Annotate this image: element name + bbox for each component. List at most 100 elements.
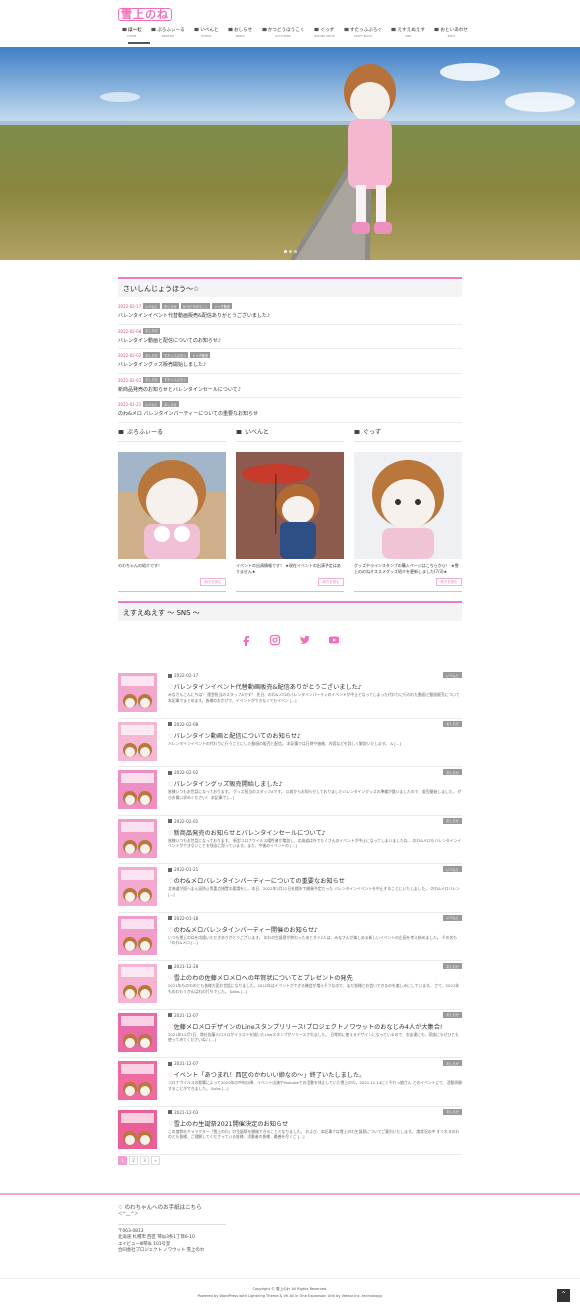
post-thumbnail[interactable]: [118, 1109, 157, 1149]
post-thumbnail[interactable]: [118, 770, 157, 809]
page-link[interactable]: 3: [140, 1156, 149, 1165]
post-title[interactable]: ♡佐藤メロメロデザインのLineスタンプリリース!プロジェクトノワウットのおなじ…: [168, 1022, 462, 1031]
post-thumbnail-image: [118, 818, 157, 858]
category-tag[interactable]: すたっふぶろぐ: [161, 352, 189, 358]
post-category-badge[interactable]: いべんと: [443, 672, 462, 679]
slider-dots[interactable]: [283, 249, 298, 255]
nav-item-staff-blog[interactable]: すたっふぶろぐ STAFF BLOG: [344, 27, 382, 38]
column-heading: ぷろふぃーる: [118, 427, 226, 442]
post-category-badge[interactable]: おしらせ: [443, 963, 462, 970]
column-image[interactable]: [354, 452, 462, 559]
category-tag[interactable]: ぐっず販売: [212, 303, 233, 309]
category-tag[interactable]: おしらせ: [162, 303, 179, 309]
category-tag[interactable]: ぐっず販売: [190, 352, 211, 358]
page-link[interactable]: 2: [129, 1156, 138, 1165]
post-title-text[interactable]: バレンタインイベント代替動画販売&配信ありがとうございました♪: [174, 684, 362, 691]
post-title[interactable]: ♡のわ&メロバレンタインパーティーについての重要なお知らせ: [168, 876, 462, 885]
page-link[interactable]: 1: [118, 1156, 127, 1165]
read-more-button[interactable]: 続きを読む: [436, 578, 462, 586]
post-title-text[interactable]: バレンタイングッズ販売開始しました♪: [174, 781, 283, 788]
category-tag[interactable]: すたっふぶろぐ: [161, 376, 189, 383]
post-title[interactable]: ♡雪上のわ生誕祭2021開催決定のお知らせ: [168, 1119, 462, 1128]
twitter-icon[interactable]: [299, 634, 311, 646]
post-title-text[interactable]: 新商品発売のお知らせとバレンタインセールについて♪: [174, 830, 326, 837]
slider-dot[interactable]: [284, 250, 287, 253]
post-category-badge[interactable]: おしらせ: [443, 720, 462, 727]
post-title-text[interactable]: のわ&メロバレンタインパーティー開催のお知らせ♪: [174, 927, 318, 934]
post-title-text[interactable]: イベント「あつまれ！西区のかわいい娘なの～」終了いたしました。: [174, 1072, 366, 1079]
post-title[interactable]: ♡のわ&メロバレンタインパーティー開催のお知らせ♪: [168, 925, 462, 934]
page-link[interactable]: »: [151, 1156, 160, 1165]
category-tag[interactable]: おしらせ: [143, 352, 160, 358]
post-title-text[interactable]: バレンタイン動画と配信についてのお知らせ♪: [174, 733, 301, 740]
category-tag[interactable]: いべんと: [143, 401, 160, 407]
update-item[interactable]: 2022-02-17 いべんと おしらせ かつどうほうこく ぐっず販売 バレンタインイベン…: [118, 300, 462, 325]
category-tag[interactable]: おしらせ: [162, 401, 179, 407]
post-title-text[interactable]: のわ&メロバレンタインパーティーについての重要なお知らせ: [174, 878, 345, 885]
post-title-text[interactable]: 雪上のわ生誕祭2021開催決定のお知らせ: [174, 1121, 289, 1128]
cart-icon: [314, 27, 319, 32]
post-title[interactable]: ♡バレンタイン動画と配信についてのお知らせ♪: [168, 731, 462, 740]
nav-item-news[interactable]: おしらせ NEWS: [228, 27, 252, 38]
column-image[interactable]: [118, 452, 226, 559]
post-category-badge[interactable]: おしらせ: [443, 1011, 462, 1018]
youtube-icon[interactable]: [328, 634, 340, 646]
nav-item-online-shop[interactable]: ぐっず ONLINE SHOP: [314, 27, 334, 38]
post-thumbnail[interactable]: [118, 673, 157, 712]
update-title[interactable]: 新商品発売のお知らせとバレンタインセールについて♪: [118, 386, 462, 393]
nav-item-profile[interactable]: ぷろふぃーる PROFILE: [151, 27, 185, 38]
post-thumbnail[interactable]: [118, 915, 157, 955]
nav-item-activities[interactable]: かつどうほうこく ACTIVITIES: [262, 27, 304, 38]
post-thumbnail[interactable]: [118, 1061, 157, 1100]
facebook-icon[interactable]: [240, 634, 252, 646]
update-title[interactable]: のわ&メロ バレンタインパーティーについての重要なお知らせ: [118, 410, 462, 417]
post-thumbnail[interactable]: [118, 1012, 157, 1052]
post-thumbnail[interactable]: [118, 964, 157, 1003]
post-title[interactable]: ♡バレンタイングッズ販売開始しました♪: [168, 779, 462, 788]
read-more-button[interactable]: 続きを読む: [318, 578, 344, 586]
update-item[interactable]: 2022-02-08 おしらせ バレンタイン動画と配信についてのお知らせ♪: [118, 325, 462, 349]
post-date: 2021-12-07: [168, 1013, 198, 1018]
column-image[interactable]: [236, 452, 344, 559]
update-item[interactable]: 2022-01-21 いべんと おしらせ のわ&メロ バレンタインパーティーについての…: [118, 398, 462, 423]
nav-item-home[interactable]: ほーむ HOME: [122, 27, 142, 38]
nav-item-sns[interactable]: えすえぬえす SNS: [391, 27, 425, 38]
post-category-badge[interactable]: おしらせ: [443, 1108, 462, 1115]
post-category-badge[interactable]: おしらせ: [443, 769, 462, 776]
calendar-icon: [168, 916, 172, 920]
site-logo[interactable]: 雪上のね: [118, 8, 172, 21]
update-title[interactable]: バレンタインイベント代替動画販売&配信ありがとうございました♪: [118, 312, 462, 319]
post-thumbnail[interactable]: [118, 721, 157, 761]
post-title[interactable]: ♡雪上のわの佐藤メロメロへの年賀状についてとプレゼントの発先: [168, 973, 462, 982]
column-heading-text: いべんと: [245, 429, 270, 436]
update-item[interactable]: 2022-02-01 おしらせ すたっふぶろぐ 新商品発売のお知らせとバレンタインセー…: [118, 374, 462, 398]
post-category-badge[interactable]: いべんと: [443, 866, 462, 873]
post-thumbnail[interactable]: [118, 818, 157, 858]
post-category-badge[interactable]: いべんと: [443, 914, 462, 921]
hero-slider[interactable]: [0, 47, 580, 260]
slider-dot[interactable]: [294, 250, 297, 253]
post-title-text[interactable]: 雪上のわの佐藤メロメロへの年賀状についてとプレゼントの発先: [174, 975, 353, 982]
post-thumbnail[interactable]: [118, 867, 157, 906]
post-title-text[interactable]: 佐藤メロメロデザインのLineスタンプリリース!プロジェクトノワウットのおなじみ…: [174, 1024, 443, 1031]
update-title[interactable]: バレンタイングッズ販売開始しました♪: [118, 361, 462, 368]
back-to-top-button[interactable]: ^: [557, 1289, 570, 1302]
category-tag[interactable]: いべんと: [143, 303, 160, 309]
category-tag[interactable]: かつどうほうこく: [180, 303, 211, 309]
read-more-button[interactable]: 続きを読む: [200, 578, 226, 586]
post-title[interactable]: ♡新商品発売のお知らせとバレンタインセールについて♪: [168, 828, 462, 837]
update-title[interactable]: バレンタイン動画と配信についてのお知らせ♪: [118, 337, 462, 344]
nav-item-event[interactable]: いべんと EVENT: [194, 27, 219, 38]
post-title[interactable]: ♡バレンタインイベント代替動画販売&配信ありがとうございました♪: [168, 682, 462, 691]
nav-item-info[interactable]: おといあわせ INFO: [434, 27, 468, 38]
update-item[interactable]: 2022-02-02 おしらせ すたっふぶろぐ ぐっず販売 バレンタイングッズ販売開始し…: [118, 349, 462, 374]
category-tag[interactable]: おしらせ: [143, 376, 160, 383]
post-category-badge[interactable]: おしらせ: [443, 817, 462, 824]
category-tag[interactable]: おしらせ: [143, 327, 160, 334]
instagram-icon[interactable]: [269, 634, 281, 646]
star-icon: [391, 27, 397, 32]
slider-dot[interactable]: [289, 250, 292, 253]
post-item: 2022-02-01 おしらせ ♡新商品発売のお知らせとバレンタインセールについて♪…: [118, 816, 462, 864]
post-category-badge[interactable]: おしらせ: [443, 1060, 462, 1067]
post-title[interactable]: ♡イベント「あつまれ！西区のかわいい娘なの～」終了いたしました。: [168, 1070, 462, 1079]
